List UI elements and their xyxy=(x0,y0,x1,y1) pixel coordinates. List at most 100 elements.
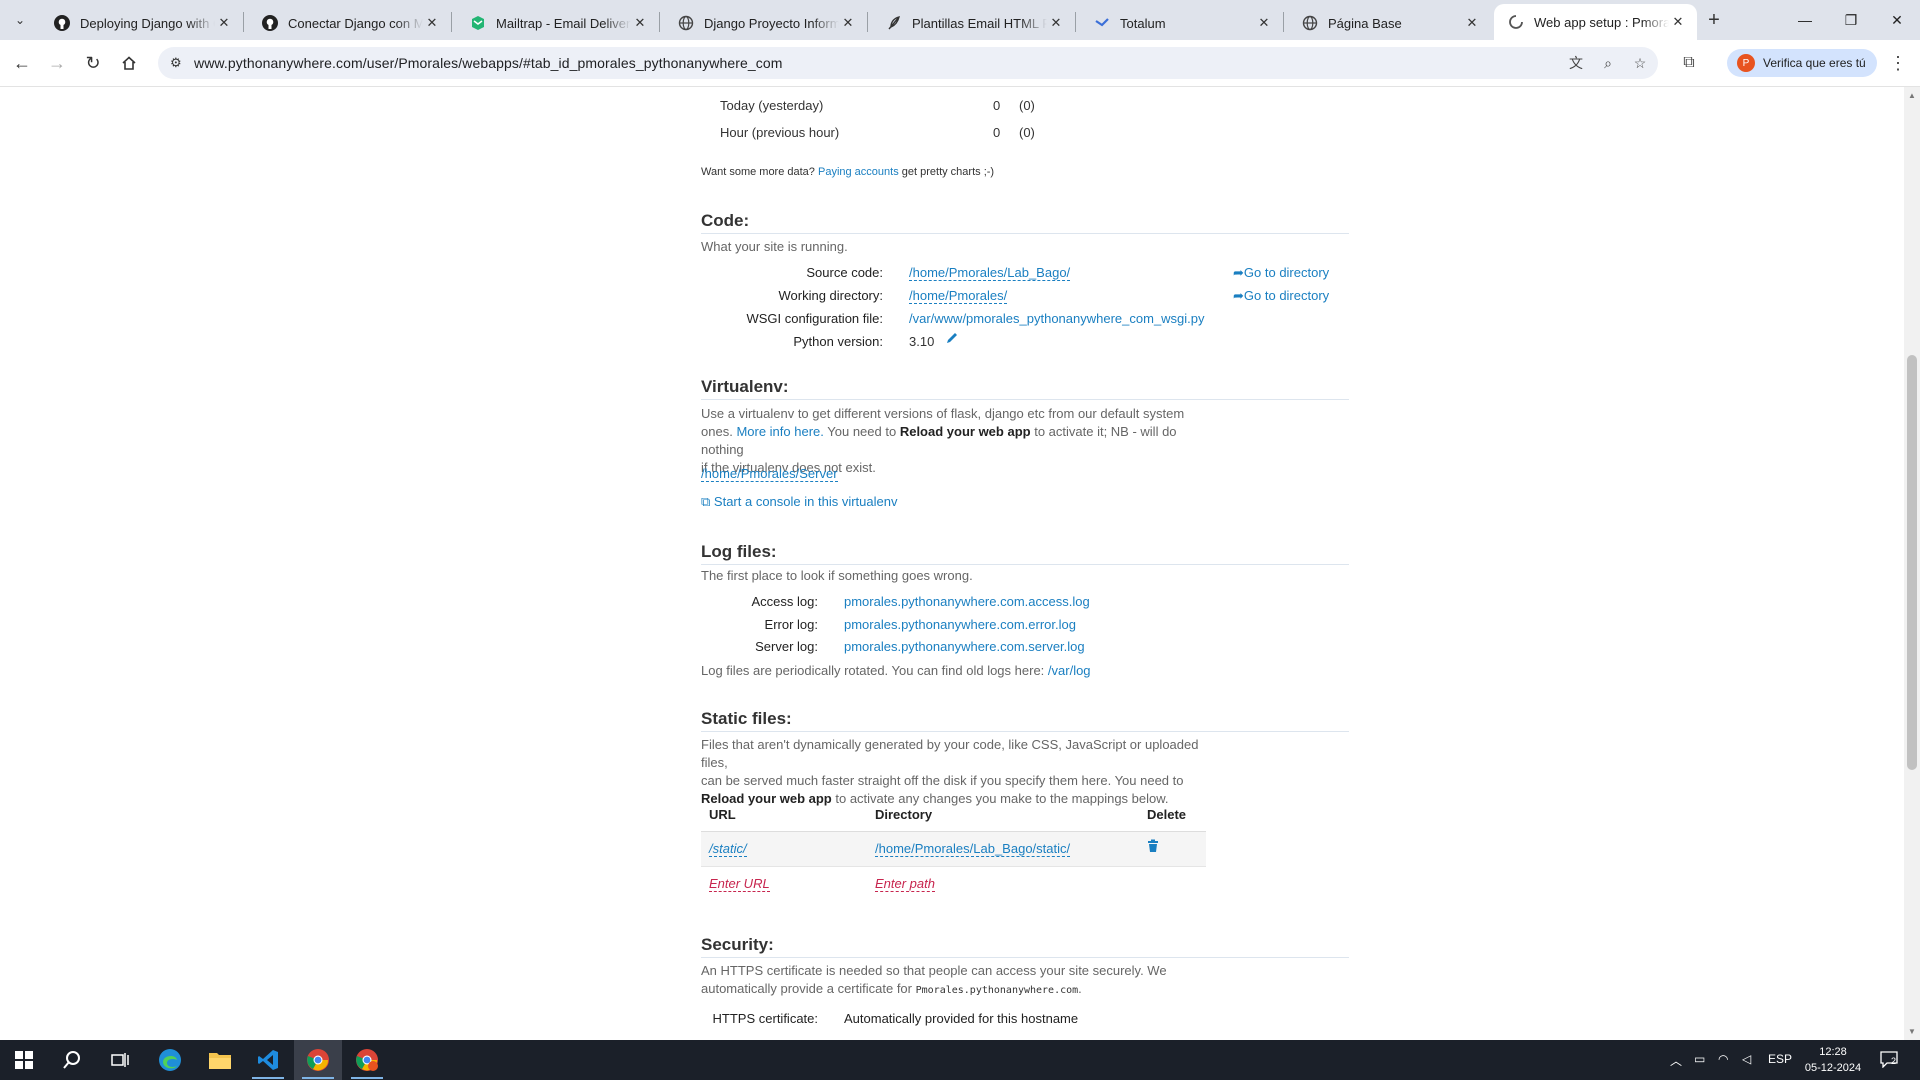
trash-icon[interactable] xyxy=(1147,839,1159,856)
stat-value: 0 xyxy=(993,125,1001,140)
scroll-down-icon[interactable]: ▼ xyxy=(1908,1027,1916,1036)
notifications-icon[interactable]: 2 xyxy=(1880,1050,1898,1071)
https-certificate-value: Automatically provided for this hostname xyxy=(844,1011,1079,1026)
stat-label: Today (yesterday) xyxy=(720,98,824,113)
enter-path-field[interactable]: Enter path xyxy=(875,876,935,892)
volume-icon[interactable]: ◁ xyxy=(1742,1052,1751,1066)
tab-3[interactable]: Mailtrap - Email Delivery P ✕ xyxy=(456,6,659,40)
chrome-profile-icon[interactable] xyxy=(343,1040,391,1080)
tab-6[interactable]: Totalum ✕ xyxy=(1080,6,1283,40)
search-icon[interactable] xyxy=(48,1040,96,1080)
server-log-label: Server log: xyxy=(755,639,818,654)
error-log-link[interactable]: pmorales.pythonanywhere.com.error.log xyxy=(844,617,1076,632)
stat-value: 0 xyxy=(993,98,1001,113)
chrome-icon[interactable] xyxy=(294,1040,342,1080)
close-icon[interactable]: ✕ xyxy=(1047,14,1065,32)
tab-active[interactable]: Web app setup : Pmorale ✕ xyxy=(1494,4,1697,40)
error-log-label: Error log: xyxy=(764,617,818,632)
mailtrap-icon xyxy=(470,15,486,31)
static-url-value[interactable]: /static/ xyxy=(709,841,747,857)
restore-icon[interactable]: ❐ xyxy=(1828,0,1874,40)
close-icon[interactable]: ✕ xyxy=(1255,14,1273,32)
static-files-heading: Static files: xyxy=(701,709,1349,732)
server-log-link[interactable]: pmorales.pythonanywhere.com.server.log xyxy=(844,639,1085,654)
address-url[interactable]: www.pythonanywhere.com/user/Pmorales/web… xyxy=(194,55,783,71)
translate-icon[interactable]: 文 xyxy=(1566,53,1586,73)
pencil-icon[interactable] xyxy=(945,331,959,348)
file-explorer-icon[interactable] xyxy=(196,1040,244,1080)
profile-button[interactable]: P Verifica que eres tú xyxy=(1727,49,1877,77)
source-code-path[interactable]: /home/Pmorales/Lab_Bago/ xyxy=(909,265,1071,281)
scroll-up-icon[interactable]: ▲ xyxy=(1908,91,1916,100)
forward-button[interactable]: → xyxy=(43,49,71,77)
clock[interactable]: 12:28 05-12-2024 xyxy=(1802,1044,1864,1076)
tray-chevron-icon[interactable]: ︿ xyxy=(1670,1052,1682,1069)
tab-4[interactable]: Django Proyecto Informe ✕ xyxy=(664,6,867,40)
menu-dots-icon[interactable]: ⋮ xyxy=(1888,51,1908,75)
close-icon[interactable]: ✕ xyxy=(839,14,857,32)
globe-icon xyxy=(678,15,694,31)
totalum-icon xyxy=(1094,15,1110,31)
working-directory-path[interactable]: /home/Pmorales/ xyxy=(909,288,1008,304)
home-button[interactable] xyxy=(115,49,143,77)
enter-url-field[interactable]: Enter URL xyxy=(709,876,770,892)
tab-separator xyxy=(1075,12,1076,32)
start-console-link[interactable]: ⧉ Start a console in this virtualenv xyxy=(701,494,897,510)
site-info-icon[interactable]: ⚙ xyxy=(170,55,182,71)
tab-separator xyxy=(867,12,868,32)
tab-1[interactable]: Deploying Django with Gi ✕ xyxy=(40,6,243,40)
go-to-directory-1[interactable]: ➦Go to directory xyxy=(1233,265,1329,281)
tab-strip: ⌄ Deploying Django with Gi ✕ Conectar Dj… xyxy=(0,0,1920,40)
globe-icon xyxy=(1302,15,1318,31)
close-icon[interactable]: ✕ xyxy=(215,14,233,32)
home-icon xyxy=(122,56,136,70)
close-icon[interactable]: ✕ xyxy=(1463,14,1481,32)
github-icon xyxy=(54,15,70,31)
security-description: An HTTPS certificate is needed so that p… xyxy=(701,963,1167,996)
virtualenv-path[interactable]: /home/Pmorales/Server xyxy=(701,466,838,482)
edge-icon[interactable] xyxy=(146,1040,194,1080)
window-close-icon[interactable]: ✕ xyxy=(1874,0,1920,40)
python-version-value: 3.10 xyxy=(909,334,935,349)
https-certificate-label: HTTPS certificate: xyxy=(712,1011,818,1026)
profile-label: Verifica que eres tú xyxy=(1763,56,1866,70)
close-icon[interactable]: ✕ xyxy=(423,14,441,32)
language-indicator[interactable]: ESP xyxy=(1768,1052,1792,1066)
reload-button[interactable]: ↻ xyxy=(79,49,107,77)
external-link-icon: ⧉ xyxy=(701,494,711,509)
windows-start-icon[interactable] xyxy=(0,1040,48,1080)
extensions-icon[interactable]: ⧉ xyxy=(1677,51,1701,75)
page-scrollbar[interactable]: ▲ ▼ xyxy=(1904,87,1920,1040)
close-icon[interactable]: ✕ xyxy=(1669,13,1687,31)
tab-separator xyxy=(451,12,452,32)
task-view-icon[interactable] xyxy=(96,1040,144,1080)
battery-icon[interactable]: ▭ xyxy=(1694,1052,1705,1066)
tab-search-icon[interactable]: ⌄ xyxy=(8,8,32,32)
wifi-icon[interactable]: ◠ xyxy=(1718,1052,1728,1066)
new-tab-button[interactable]: + xyxy=(1702,8,1726,32)
wsgi-file-link[interactable]: /var/www/pmorales_pythonanywhere_com_wsg… xyxy=(909,311,1205,326)
tab-title: Web app setup : Pmorale xyxy=(1534,14,1669,30)
access-log-link[interactable]: pmorales.pythonanywhere.com.access.log xyxy=(844,594,1090,609)
tab-5[interactable]: Plantillas Email HTML Res ✕ xyxy=(872,6,1075,40)
tab-2[interactable]: Conectar Django con My ✕ xyxy=(248,6,451,40)
tab-separator xyxy=(1283,12,1284,32)
more-info-link[interactable]: More info here. xyxy=(736,424,823,439)
minimize-icon[interactable]: — xyxy=(1782,0,1828,40)
bookmark-star-icon[interactable]: ☆ xyxy=(1630,53,1650,73)
paying-accounts-link[interactable]: Paying accounts xyxy=(818,166,899,178)
static-dir-value[interactable]: /home/Pmorales/Lab_Bago/static/ xyxy=(875,841,1071,857)
address-bar[interactable]: ⚙ www.pythonanywhere.com/user/Pmorales/w… xyxy=(158,47,1658,79)
tab-separator xyxy=(243,12,244,32)
go-to-directory-2[interactable]: ➦Go to directory xyxy=(1233,288,1329,304)
scrollbar-thumb[interactable] xyxy=(1907,355,1917,770)
tab-7[interactable]: Página Base ✕ xyxy=(1288,6,1491,40)
virtualenv-heading: Virtualenv: xyxy=(701,377,1349,400)
vscode-icon[interactable] xyxy=(244,1040,292,1080)
close-icon[interactable]: ✕ xyxy=(631,14,649,32)
back-button[interactable]: ← xyxy=(8,49,36,77)
var-log-link[interactable]: /var/log xyxy=(1048,663,1091,678)
zoom-icon[interactable]: ⌕ xyxy=(1598,53,1618,73)
python-version-label: Python version: xyxy=(793,334,883,349)
stat-prev: (0) xyxy=(1019,98,1035,113)
